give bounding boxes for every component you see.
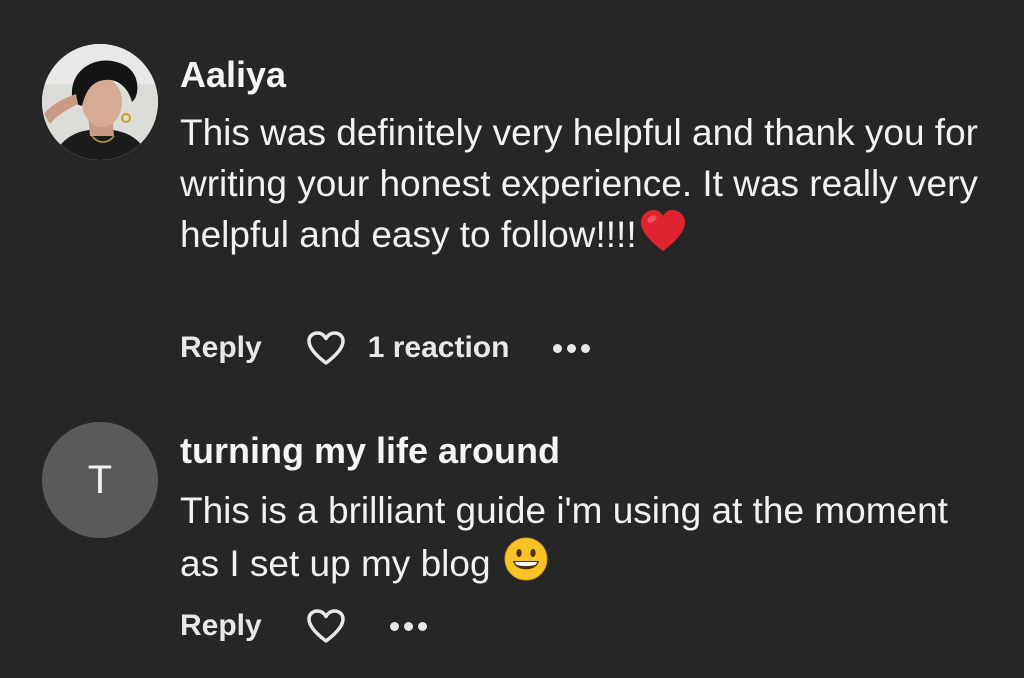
dot-icon: [581, 343, 591, 353]
heart-react-button[interactable]: [306, 330, 346, 366]
dot-icon: [389, 621, 399, 631]
reply-button[interactable]: Reply: [180, 331, 262, 365]
avatar[interactable]: [42, 44, 158, 160]
avatar[interactable]: T: [42, 422, 158, 538]
profile-photo: [42, 44, 158, 160]
more-options-button[interactable]: [553, 343, 591, 353]
heart-react-button[interactable]: [306, 608, 346, 644]
comment-text-content: This is a brilliant guide i'm using at t…: [180, 490, 948, 584]
grinning-face-icon: [503, 536, 549, 595]
comment-text-content: This was definitely very helpful and tha…: [180, 112, 978, 255]
heart-outline-icon: [306, 609, 345, 643]
dot-icon: [567, 343, 577, 353]
comment-author[interactable]: turning my life around: [180, 430, 560, 472]
avatar-letter: T: [87, 457, 113, 502]
comment-text: This was definitely very helpful and tha…: [180, 107, 980, 266]
comment-actions: Reply 1 reaction: [180, 328, 591, 368]
heart-outline-icon: [306, 331, 345, 365]
more-options-button[interactable]: [389, 621, 427, 631]
comment-actions: Reply: [180, 606, 427, 646]
reaction-count[interactable]: 1 reaction: [368, 331, 510, 365]
reply-button[interactable]: Reply: [180, 609, 262, 643]
dot-icon: [553, 343, 563, 353]
comment-text: This is a brilliant guide i'm using at t…: [180, 485, 980, 595]
dot-icon: [403, 621, 413, 631]
red-heart-icon: [639, 209, 687, 266]
dot-icon: [417, 621, 427, 631]
comment-author[interactable]: Aaliya: [180, 54, 286, 96]
